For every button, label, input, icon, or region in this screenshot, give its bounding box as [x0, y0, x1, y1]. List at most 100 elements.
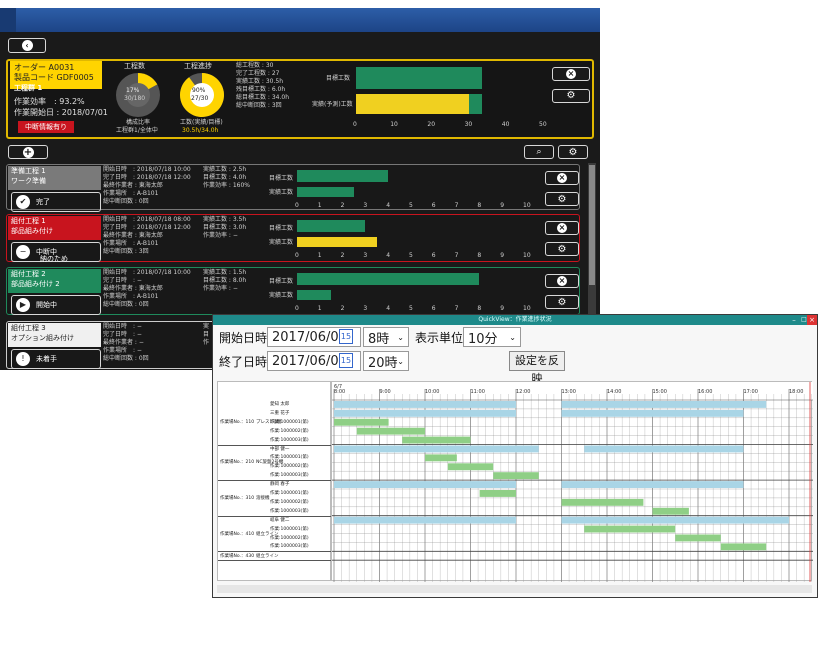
order-number: オーダー A0031 — [14, 63, 75, 72]
end-label: 終了日時 — [219, 355, 268, 369]
mini-target-label: 目標工数 — [269, 278, 294, 285]
interrupt-info-button[interactable]: 中断情報有り — [18, 121, 74, 133]
stat-line: 残目標工数 : 6.0h — [236, 86, 286, 93]
scrollbar-thumb[interactable] — [589, 165, 595, 285]
order-predicted-bar — [469, 94, 483, 114]
gantt-hour-label: 13:00 — [562, 389, 576, 395]
search-button[interactable]: ⌕ — [524, 145, 554, 159]
status-label: 開始中 — [36, 301, 57, 309]
chevron-down-icon: ⌄ — [397, 332, 404, 342]
process-info-line: 作業場所 : − — [103, 347, 142, 354]
process-name: 組付工程 1 — [11, 217, 46, 225]
mini-axis-tick: 3 — [363, 202, 368, 209]
minimize-icon[interactable]: – — [789, 315, 799, 325]
end-calendar-icon[interactable]: 15 — [339, 353, 353, 368]
process-subtitle: オプション組み付け — [11, 334, 74, 342]
close-icon: × — [557, 276, 567, 286]
mini-actual-label: 実績工数 — [269, 239, 294, 246]
add-process-button[interactable]: + — [8, 145, 48, 159]
stat-line: 総中断回数 : 3回 — [236, 102, 282, 109]
gantt-row-label: 作業:1000003(第) — [270, 473, 309, 479]
order-close-button[interactable]: × — [552, 67, 590, 81]
mini-target-label: 目標工数 — [269, 225, 294, 232]
gantt-hour-label: 12:00 — [516, 389, 530, 395]
pie2-caption: 工数(実績/目標) — [180, 119, 223, 126]
gantt-bar — [675, 534, 721, 542]
quickview-window: QuickView：作業進捗状況 – □ × 開始日時 2017/06/07 1… — [212, 314, 820, 598]
row-settings-button[interactable]: ⚙ — [545, 192, 579, 206]
gantt-hour-label: 17:00 — [744, 389, 758, 395]
gantt-row-label: 岐阜 健二 — [270, 517, 290, 523]
row-settings-button[interactable]: ⚙ — [545, 242, 579, 256]
mini-axis-tick: 8 — [477, 202, 482, 209]
mini-axis-tick: 2 — [340, 305, 345, 312]
gantt-hour-label: 10:00 — [425, 389, 439, 395]
process-stat-line: 作業効率 : 160% — [203, 182, 250, 189]
stat-line: 完了工程数 : 27 — [236, 70, 280, 77]
row-close-button[interactable]: × — [545, 171, 579, 185]
gantt-bar — [584, 445, 744, 453]
gantt-hour-label: 18:00 — [789, 389, 803, 395]
row-settings-button[interactable]: ⚙ — [545, 295, 579, 309]
stat-line: 実績工数 : 30.5h — [236, 78, 283, 85]
process-stat-line: 目標工数 : 8.0h — [203, 277, 247, 284]
mini-axis-tick: 10 — [523, 202, 531, 209]
product-code: 製品コード GDF0005 — [14, 73, 94, 82]
apply-settings-button[interactable]: 設定を反映 — [509, 351, 565, 385]
process-name: 組付工程 2 — [11, 270, 46, 278]
gantt-group-label: 作業場No.：430 — [220, 553, 255, 559]
gantt-group-label: 作業場No.：210 — [220, 460, 255, 466]
window-close-icon[interactable]: × — [807, 315, 817, 325]
process-status-button[interactable]: ▶ 開始中 — [11, 295, 101, 315]
process-info-line: 最終作業者 : 東海太郎 — [103, 182, 163, 189]
gantt-bar — [334, 445, 539, 453]
order-settings-button[interactable]: ⚙ — [552, 89, 590, 103]
process-info-line: 開始日時 : 2018/07/18 10:00 — [103, 166, 191, 173]
process-status-button[interactable]: ✔ 完了 — [11, 192, 101, 212]
gantt-group-label: 作業場No.：310 — [220, 495, 255, 501]
process-info-line: 完了日時 : 2018/07/18 12:00 — [103, 174, 191, 181]
pie1-title: 工程数 — [124, 62, 145, 70]
gantt-bar — [356, 427, 425, 435]
process-status-button[interactable]: − 中断中 納のため — [11, 242, 101, 263]
start-hour-select[interactable]: 8時 ⌄ — [363, 327, 409, 347]
mini-axis-tick: 2 — [340, 252, 345, 259]
row-close-button[interactable]: × — [545, 221, 579, 235]
unit-select[interactable]: 10分 ⌄ — [463, 327, 521, 347]
stat-line: 総工程数 : 30 — [236, 62, 274, 69]
back-button[interactable]: ‹ — [8, 38, 46, 53]
back-arrow-icon: ‹ — [21, 40, 33, 51]
process-info-line: 完了日時 : − — [103, 331, 142, 338]
mini-axis-tick: 1 — [317, 252, 322, 259]
process-info-line: 最終作業者 : 東海太郎 — [103, 232, 163, 239]
mini-axis-tick: 2 — [340, 202, 345, 209]
work-start-date: 作業開始日 : 2018/07/01 — [14, 108, 108, 117]
process-stat-line: 作 — [203, 339, 210, 346]
mini-axis-tick: 3 — [363, 252, 368, 259]
unit-label: 表示単位 — [415, 331, 464, 345]
status-label: 完了 — [36, 198, 50, 206]
order-chart-target-label: 目標工数 — [326, 75, 351, 82]
end-hour-select[interactable]: 20時 ⌄ — [363, 351, 409, 371]
gantt-row-label: 作業:1000003(第) — [270, 544, 309, 550]
mini-actual-bar — [297, 290, 332, 300]
gantt-group-label: 作業場No.：410 — [220, 531, 255, 537]
status-icon: − — [16, 245, 30, 259]
row-close-button[interactable]: × — [545, 274, 579, 288]
mini-axis-tick: 4 — [386, 202, 391, 209]
gantt-chart: 6/7 8:00 9:00 10:00 11:00 12:00 13:00 14:00 15:0… — [331, 381, 820, 582]
gantt-bar — [334, 418, 389, 426]
process-status-button[interactable]: ! 未着手 — [11, 349, 101, 369]
gear-icon: ⚙ — [557, 296, 567, 308]
gantt-bar — [493, 472, 539, 480]
gantt-row-label: 作業:1000002(第) — [270, 499, 309, 505]
gantt-row-labels: 愛知 太郎 三重 花子 作業:1000001(第) 作業:1000002(第) 作業:1… — [217, 381, 332, 581]
list-settings-button[interactable]: ⚙ — [558, 145, 588, 159]
end-hour-value: 20時 — [368, 355, 398, 371]
gantt-horizontal-scrollbar[interactable] — [217, 585, 812, 593]
mini-axis-tick: 1 — [317, 202, 322, 209]
gantt-row-label: 作業:1000002(第) — [270, 428, 309, 434]
start-calendar-icon[interactable]: 15 — [339, 329, 353, 344]
process-info-line: 開始日時 : − — [103, 323, 142, 330]
order-axis-tick: 30 — [464, 121, 473, 128]
